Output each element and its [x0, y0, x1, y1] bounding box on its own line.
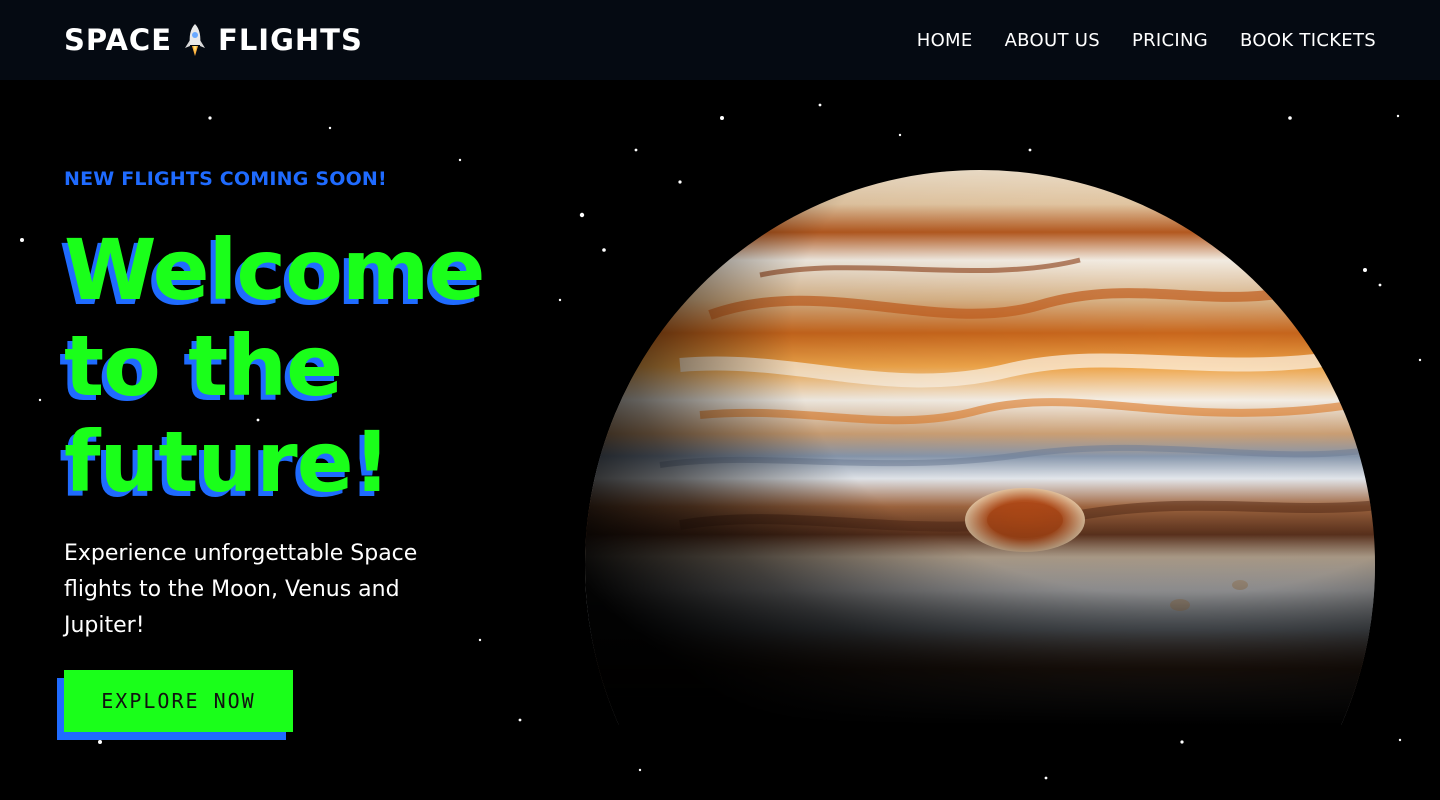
- hero-section: NEW FLIGHTS COMING SOON! Welcome to the …: [57, 168, 624, 740]
- logo-text-left: SPACE: [64, 23, 173, 57]
- top-navbar: SPACE FLIGHTS HOME ABOUT US PRICING BOOK…: [0, 0, 1440, 80]
- nav-link-about-us[interactable]: ABOUT US: [1005, 30, 1100, 51]
- eyebrow-text: NEW FLIGHTS COMING SOON!: [64, 168, 387, 190]
- headline-line-1: Welcome: [64, 221, 485, 319]
- logo-text-right: FLIGHTS: [218, 23, 363, 57]
- hero-subtext: Experience unforgettable Space flights t…: [64, 541, 418, 638]
- jupiter-illustration: [585, 170, 1375, 725]
- nav-link-book-tickets[interactable]: BOOK TICKETS: [1240, 30, 1376, 51]
- headline-line-2: to the: [64, 317, 343, 415]
- hero-headline: Welcome to the future!: [64, 222, 624, 510]
- nav-links: HOME ABOUT US PRICING BOOK TICKETS: [917, 30, 1376, 51]
- logo[interactable]: SPACE FLIGHTS: [64, 23, 363, 57]
- nav-link-home[interactable]: HOME: [917, 30, 973, 51]
- rocket-icon: [185, 24, 206, 56]
- explore-now-button[interactable]: EXPLORE NOW: [64, 670, 293, 732]
- headline-line-3: future!: [64, 413, 391, 511]
- nav-link-pricing[interactable]: PRICING: [1132, 30, 1208, 51]
- cta-wrapper: EXPLORE NOW: [57, 670, 294, 740]
